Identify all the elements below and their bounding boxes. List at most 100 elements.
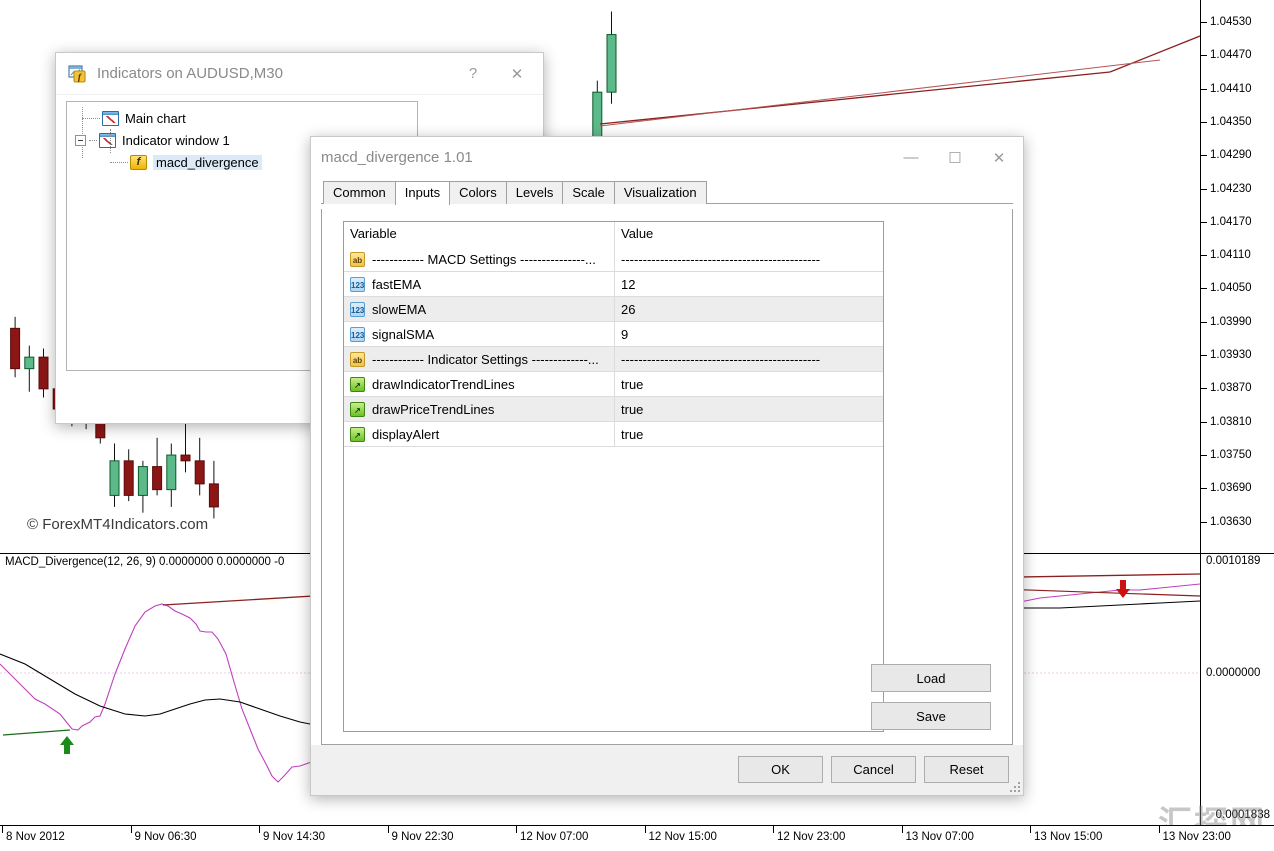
cancel-button[interactable]: Cancel [831,756,916,783]
price-tick-label: 1.04230 [1201,183,1252,195]
collapse-toggle-icon[interactable] [75,134,86,146]
tab-levels[interactable]: Levels [505,181,564,204]
value-cell[interactable]: true [615,372,883,397]
indicator-properties-dialog[interactable]: macd_divergence 1.01 — ☐ ✕ Common Inputs C… [310,136,1024,796]
price-tick-label: 1.04290 [1201,149,1252,161]
tree-item-label: Main chart [125,110,186,126]
macd-readout-label: MACD_Divergence(12, 26, 9) 0.0000000 0.0… [5,556,285,568]
variable-label: signalSMA [372,326,435,342]
string-param-icon: ab [350,251,365,267]
properties-dialog-title: macd_divergence 1.01 [321,149,473,166]
inputs-grid[interactable]: Variable Value ab ------------ MACD Setti… [343,221,884,732]
value-cell[interactable]: 12 [615,272,883,297]
bool-param-icon [350,401,365,417]
variable-label: displayAlert [372,426,440,442]
save-button[interactable]: Save [871,702,991,730]
inputs-tab-panel: Variable Value ab ------------ MACD Setti… [321,209,1013,745]
variable-cell: drawPriceTrendLines [344,397,615,422]
value-cell[interactable]: true [615,397,883,422]
variable-label: drawIndicatorTrendLines [372,376,515,392]
price-tick-label: 1.03630 [1201,516,1252,528]
variable-label: slowEMA [372,301,427,317]
value-cell[interactable]: ----------------------------------------… [615,247,883,272]
price-tick-label: 1.03990 [1201,316,1252,328]
reset-button[interactable]: Reset [924,756,1009,783]
inputs-grid-row[interactable]: ab ------------ Indicator Settings ------… [344,347,883,372]
tab-visualization[interactable]: Visualization [613,181,707,204]
inputs-grid-row[interactable]: drawPriceTrendLines true [344,397,883,422]
tab-colors[interactable]: Colors [449,181,507,204]
time-axis[interactable]: 8 Nov 2012 9 Nov 06:30 9 Nov 14:30 9 Nov 22… [0,825,1274,851]
tree-connector [89,139,97,141]
time-tick-label: 12 Nov 15:00 [644,826,717,843]
variable-cell: displayAlert [344,422,615,447]
tab-inputs[interactable]: Inputs [394,181,451,205]
bool-param-icon [350,426,365,442]
indicators-dialog-titlebar[interactable]: f Indicators on AUDUSD,M30 ? ✕ [56,53,543,95]
number-param-icon: 123 [350,301,365,317]
tree-item-label: Indicator window 1 [122,132,230,148]
indicators-dialog-title: Indicators on AUDUSD,M30 [97,65,283,82]
tree-item-label: macd_divergence [153,154,262,170]
column-header-variable: Variable [344,222,615,247]
inputs-grid-row[interactable]: 123 slowEMA 26 [344,297,883,322]
time-tick-label: 9 Nov 22:30 [387,826,454,843]
variable-label: ------------ MACD Settings -------------… [372,251,596,267]
price-tick-label: 1.03930 [1201,349,1252,361]
tree-connector [82,117,100,119]
inputs-grid-row[interactable]: 123 fastEMA 12 [344,272,883,297]
macd-tick-label: 0.0010189 [1206,555,1261,567]
inputs-grid-row[interactable]: drawIndicatorTrendLines true [344,372,883,397]
time-tick-label: 13 Nov 07:00 [901,826,974,843]
inputs-grid-row[interactable]: 123 signalSMA 9 [344,322,883,347]
ok-button[interactable]: OK [738,756,823,783]
time-tick-label: 12 Nov 23:00 [773,826,845,843]
inputs-grid-row[interactable]: ab ------------ MACD Settings -----------… [344,247,883,272]
variable-cell: ab ------------ MACD Settings -----------… [344,247,615,272]
site-watermark: © ForexMT4Indicators.com [27,516,209,533]
properties-dialog-titlebar[interactable]: macd_divergence 1.01 — ☐ ✕ [311,137,1023,178]
price-axis[interactable]: 1.04530 1.04470 1.04410 1.04350 1.04290 1.042… [1200,0,1274,553]
price-tick-label: 1.04050 [1201,282,1252,294]
price-tick-label: 1.04170 [1201,216,1252,228]
close-icon[interactable]: ✕ [495,59,539,89]
chart-window-icon [99,132,116,148]
inputs-grid-row[interactable]: displayAlert true [344,422,883,447]
price-tick-label: 1.04350 [1201,116,1252,128]
macd-axis[interactable]: 0.0010189 0.0000000 [1200,554,1274,825]
variable-cell: 123 fastEMA [344,272,615,297]
price-tick-label: 1.04470 [1201,49,1252,61]
number-param-icon: 123 [350,276,365,292]
properties-tabstrip[interactable]: Common Inputs Colors Levels Scale Visualizati… [311,178,1023,205]
column-header-value: Value [621,226,654,241]
price-tick-label: 1.04410 [1201,83,1252,95]
value-cell[interactable]: 9 [615,322,883,347]
time-tick-label: 9 Nov 14:30 [259,826,325,843]
variable-cell: 123 signalSMA [344,322,615,347]
inputs-grid-header: Variable Value [344,222,883,247]
load-button[interactable]: Load [871,664,991,692]
variable-cell: ab ------------ Indicator Settings ------… [344,347,615,372]
tree-item-main-chart[interactable]: Main chart [67,107,417,129]
tab-common[interactable]: Common [323,181,396,204]
number-param-icon: 123 [350,326,365,342]
close-icon[interactable]: ✕ [977,143,1021,173]
string-param-icon: ab [350,351,365,367]
price-tick-label: 1.03750 [1201,449,1252,461]
minimize-icon[interactable]: — [889,143,933,173]
variable-label: drawPriceTrendLines [372,401,495,417]
tab-scale[interactable]: Scale [562,181,615,204]
tree-guide-line [110,129,111,153]
value-cell[interactable]: true [615,422,883,447]
maximize-icon[interactable]: ☐ [933,143,977,173]
value-cell[interactable]: 26 [615,297,883,322]
value-cell[interactable]: ----------------------------------------… [615,347,883,372]
help-button[interactable]: ? [451,59,495,89]
resize-grip-icon[interactable] [1008,780,1020,792]
time-tick-label: 13 Nov 23:00 [1158,826,1231,843]
price-tick-label: 1.03690 [1201,482,1252,494]
time-tick-label: 8 Nov 2012 [2,826,65,843]
variable-label: ------------ Indicator Settings --------… [372,351,599,367]
macd-tick-label: 0.0000000 [1206,667,1261,679]
time-tick-label: 13 Nov 15:00 [1030,826,1102,843]
